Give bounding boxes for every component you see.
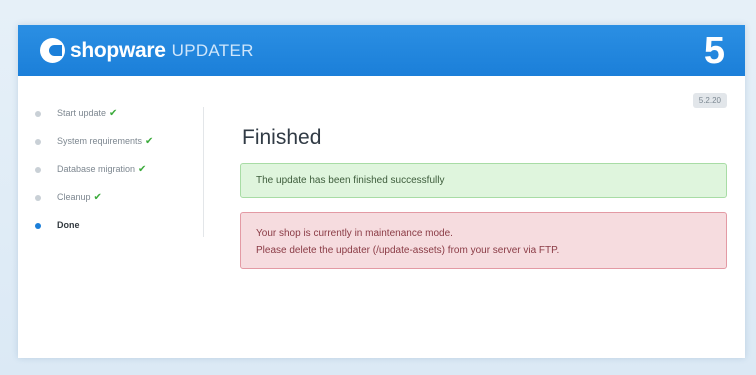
success-message: The update has been finished successfull… [256, 175, 445, 186]
step-system-requirements: System requirements ✔ [35, 134, 153, 162]
step-start-update: Start update ✔ [35, 106, 153, 134]
step-label: Start update ✔ [57, 108, 118, 119]
success-alert: The update has been finished successfull… [240, 163, 727, 198]
version-badge: 5.2.20 [692, 93, 727, 108]
brand-name: shopware [70, 38, 166, 62]
step-label: Cleanup ✔ [57, 192, 102, 203]
checkmark-icon: ✔ [109, 108, 118, 119]
step-dot-icon [35, 195, 41, 201]
step-database-migration: Database migration ✔ [35, 162, 153, 190]
checkmark-icon: ✔ [93, 192, 102, 203]
step-dot-icon [35, 223, 41, 229]
step-cleanup: Cleanup ✔ [35, 190, 153, 218]
step-label: Done [57, 220, 80, 230]
shopware-logo: shopware UPDATER [40, 38, 254, 63]
step-label: Database migration ✔ [57, 164, 147, 175]
header-bar: shopware UPDATER 5 [18, 25, 745, 76]
steps-sidebar: Start update ✔ System requirements ✔ Datab… [18, 76, 204, 256]
maintenance-alert: Your shop is currently in maintenance mo… [240, 212, 727, 269]
updater-window: shopware UPDATER 5 Start update ✔ System … [18, 25, 745, 358]
shopware-logo-icon [40, 38, 65, 63]
step-dot-icon [35, 167, 41, 173]
brand-subtitle: UPDATER [171, 40, 254, 60]
step-label: System requirements ✔ [57, 136, 154, 147]
step-dot-icon [35, 111, 41, 117]
shopware-5-logo: 5 [703, 30, 725, 72]
step-done: Done [35, 218, 153, 246]
step-dot-icon [35, 139, 41, 145]
page-title: Finished [242, 126, 322, 149]
maintenance-message: Your shop is currently in maintenance mo… [256, 228, 453, 239]
steps-list: Start update ✔ System requirements ✔ Datab… [35, 106, 153, 246]
checkmark-icon: ✔ [145, 136, 154, 147]
delete-updater-message: Please delete the updater (/update-asset… [256, 245, 560, 256]
checkmark-icon: ✔ [138, 164, 147, 175]
sidebar-divider [203, 107, 204, 237]
